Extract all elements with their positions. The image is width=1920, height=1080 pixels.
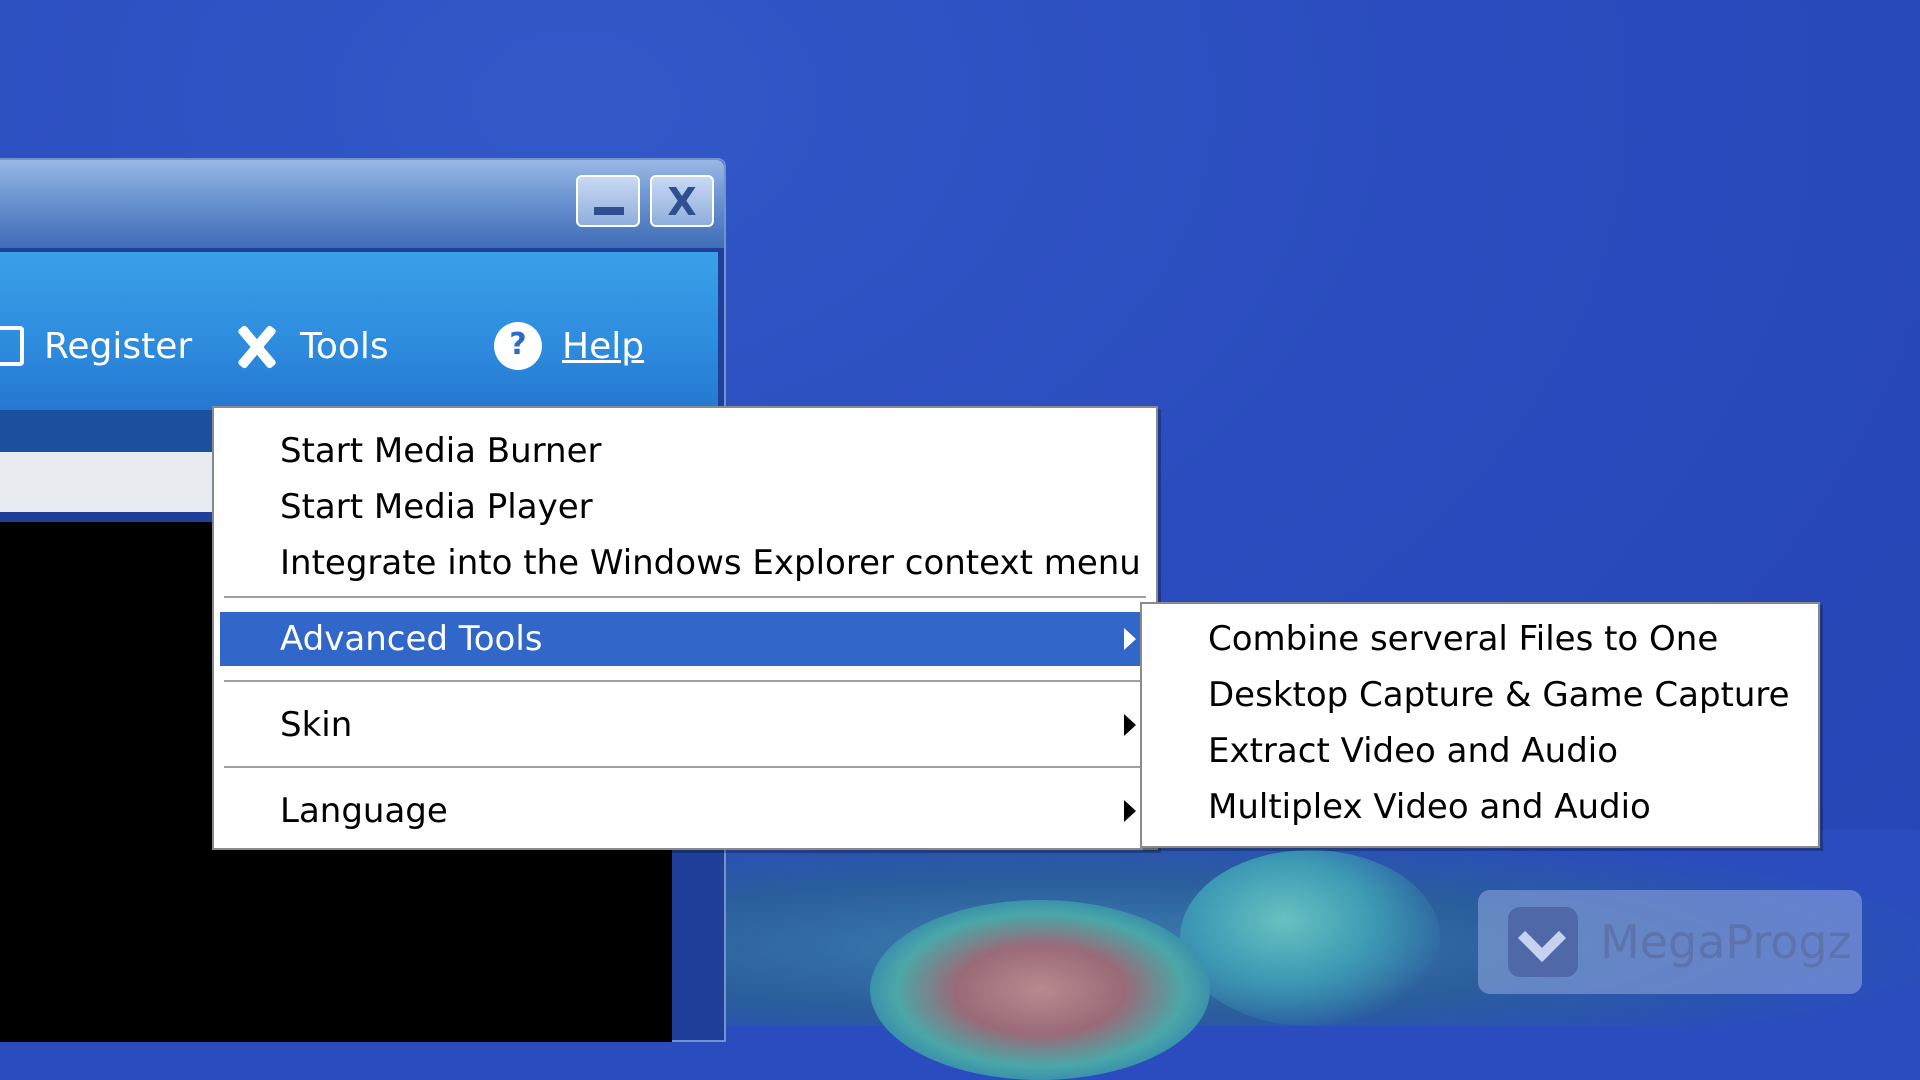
menu-item-label: Start Media Burner	[280, 431, 602, 471]
menu-separator	[224, 680, 1146, 684]
close-button[interactable]: X	[650, 175, 714, 227]
menu-item-label: Language	[280, 791, 448, 831]
menu-separator	[224, 766, 1146, 770]
menu-item-skin[interactable]: Skin	[220, 698, 1150, 752]
submenu-item-label: Extract Video and Audio	[1208, 731, 1619, 771]
submenu-arrow-icon	[1124, 714, 1136, 736]
menu-item-label: Start Media Player	[280, 487, 593, 527]
menu-separator	[224, 596, 1146, 600]
submenu-item-extract-video-audio[interactable]: Extract Video and Audio	[1148, 724, 1812, 778]
submenu-arrow-icon	[1124, 800, 1136, 822]
minimize-button[interactable]	[576, 175, 640, 227]
title-bar[interactable]: X	[0, 160, 724, 248]
help-label: Help	[562, 325, 645, 367]
help-menu-button[interactable]: ? Help	[494, 322, 644, 370]
submenu-item-combine-files[interactable]: Combine serveral Files to One	[1148, 612, 1812, 666]
menu-item-label: Skin	[280, 705, 353, 745]
menu-item-label: Integrate into the Windows Explorer cont…	[280, 543, 1141, 583]
menu-item-advanced-tools[interactable]: Advanced Tools	[220, 612, 1150, 666]
register-icon	[0, 326, 24, 366]
tools-context-menu: Start Media Burner Start Media Player In…	[212, 406, 1158, 850]
menu-item-start-media-burner[interactable]: Start Media Burner	[220, 424, 1150, 478]
menu-item-integrate-explorer[interactable]: Integrate into the Windows Explorer cont…	[220, 536, 1150, 590]
submenu-item-multiplex-video-audio[interactable]: Multiplex Video and Audio	[1148, 780, 1812, 834]
register-label: Register	[44, 325, 193, 367]
menu-item-start-media-player[interactable]: Start Media Player	[220, 480, 1150, 534]
tools-menu-button[interactable]: Tools	[232, 322, 389, 370]
advanced-tools-submenu: Combine serveral Files to One Desktop Ca…	[1140, 602, 1820, 848]
megaprogz-logo-icon	[1508, 907, 1578, 977]
register-button[interactable]: Register	[0, 322, 192, 370]
menu-item-label: Advanced Tools	[280, 619, 543, 659]
desktop-wallpaper-island	[870, 900, 1210, 1080]
submenu-item-label: Desktop Capture & Game Capture	[1208, 675, 1790, 715]
submenu-item-label: Combine serveral Files to One	[1208, 619, 1719, 659]
watermark-text: MegaProgz	[1600, 915, 1852, 969]
submenu-item-label: Multiplex Video and Audio	[1208, 787, 1651, 827]
submenu-arrow-icon	[1124, 628, 1136, 650]
watermark: MegaProgz	[1478, 890, 1862, 994]
tools-label: Tools	[300, 325, 389, 367]
help-icon: ?	[494, 322, 542, 370]
toolbar: Register Tools ? Help	[0, 252, 718, 410]
tools-icon	[232, 322, 280, 370]
menu-item-language[interactable]: Language	[220, 784, 1150, 838]
desktop-wallpaper-reef	[1180, 850, 1440, 1026]
submenu-item-desktop-capture[interactable]: Desktop Capture & Game Capture	[1148, 668, 1812, 722]
